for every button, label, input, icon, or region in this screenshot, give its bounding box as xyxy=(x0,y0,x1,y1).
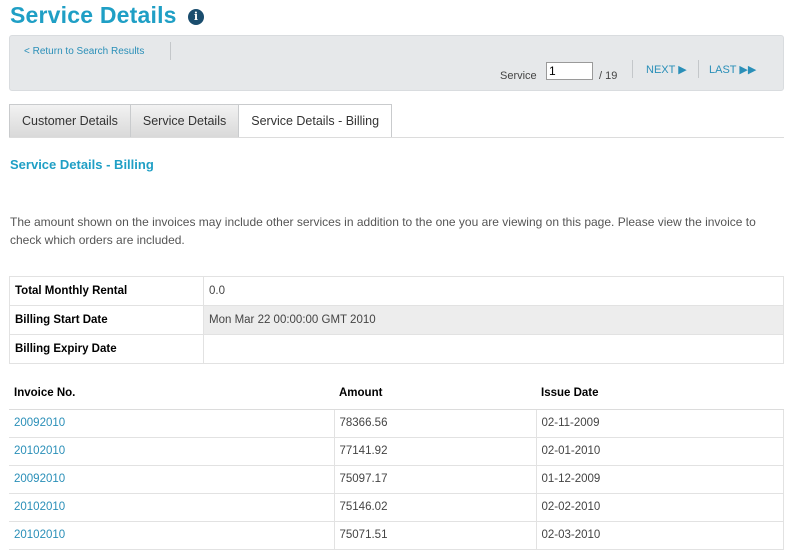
invoice-cell: 20102010 xyxy=(9,492,335,522)
tab-service-details[interactable]: Service Details xyxy=(129,104,240,137)
billing-summary-table: Total Monthly Rental 0.0 Billing Start D… xyxy=(9,276,784,364)
info-icon[interactable]: i xyxy=(188,9,204,25)
summary-value: 0.0 xyxy=(203,276,784,306)
summary-row: Billing Expiry Date xyxy=(9,334,784,364)
tab-underline xyxy=(9,137,784,138)
tab-customer-details[interactable]: Customer Details xyxy=(9,104,131,137)
invoice-link[interactable]: 20102010 xyxy=(14,445,65,457)
invoice-cell: 20092010 xyxy=(9,408,335,438)
issue-date-cell: 01-12-2009 xyxy=(535,464,784,494)
summary-row: Total Monthly Rental 0.0 xyxy=(9,276,784,306)
amount-cell: 75146.02 xyxy=(333,492,537,522)
summary-label: Billing Expiry Date xyxy=(9,334,204,364)
service-number-input[interactable] xyxy=(546,62,593,80)
service-total: / 19 xyxy=(599,70,618,82)
navigation-toolbar: < Return to Search Results Service / 19 … xyxy=(9,35,784,91)
amount-cell: 75097.17 xyxy=(333,464,537,494)
summary-label: Billing Start Date xyxy=(9,305,204,335)
billing-notice: The amount shown on the invoices may inc… xyxy=(10,215,756,247)
column-header-issue-date: Issue Date xyxy=(536,378,784,410)
invoice-link[interactable]: 20092010 xyxy=(14,473,65,485)
summary-value: Mon Mar 22 00:00:00 GMT 2010 xyxy=(203,305,784,335)
tab-bar: Customer Details Service Details Service… xyxy=(9,104,393,137)
amount-cell: 75071.51 xyxy=(333,520,537,550)
amount-cell: 78366.56 xyxy=(333,408,537,438)
invoice-link[interactable]: 20102010 xyxy=(14,529,65,541)
tab-service-details-billing[interactable]: Service Details - Billing xyxy=(238,104,393,137)
column-header-invoice: Invoice No. xyxy=(9,378,334,410)
table-row: 20102010 77141.92 02-01-2010 xyxy=(9,436,784,466)
invoice-table: Invoice No. Amount Issue Date 20092010 7… xyxy=(9,378,784,550)
page-title: Service Details xyxy=(10,2,177,28)
invoice-cell: 20092010 xyxy=(9,464,335,494)
next-button[interactable]: NEXT ▶ xyxy=(646,63,687,76)
summary-label: Total Monthly Rental xyxy=(9,276,204,306)
table-row: 20102010 75071.51 02-03-2010 xyxy=(9,520,784,550)
summary-row: Billing Start Date Mon Mar 22 00:00:00 G… xyxy=(9,305,784,335)
divider xyxy=(632,60,633,78)
service-label: Service xyxy=(500,70,537,82)
section-heading: Service Details - Billing xyxy=(10,157,154,172)
table-row: 20092010 78366.56 02-11-2009 xyxy=(9,408,784,438)
invoice-link[interactable]: 20102010 xyxy=(14,501,65,513)
divider xyxy=(698,60,699,78)
amount-cell: 77141.92 xyxy=(333,436,537,466)
column-header-amount: Amount xyxy=(334,378,536,410)
return-to-search-link[interactable]: < Return to Search Results xyxy=(24,46,144,57)
issue-date-cell: 02-03-2010 xyxy=(535,520,784,550)
issue-date-cell: 02-01-2010 xyxy=(535,436,784,466)
divider xyxy=(170,42,171,60)
table-row: 20102010 75146.02 02-02-2010 xyxy=(9,492,784,522)
issue-date-cell: 02-11-2009 xyxy=(535,408,784,438)
issue-date-cell: 02-02-2010 xyxy=(535,492,784,522)
last-button[interactable]: LAST ▶▶ xyxy=(709,63,756,76)
invoice-cell: 20102010 xyxy=(9,436,335,466)
invoice-header-row: Invoice No. Amount Issue Date xyxy=(9,378,784,410)
invoice-cell: 20102010 xyxy=(9,520,335,550)
summary-value xyxy=(203,334,784,364)
invoice-link[interactable]: 20092010 xyxy=(14,417,65,429)
table-row: 20092010 75097.17 01-12-2009 xyxy=(9,464,784,494)
